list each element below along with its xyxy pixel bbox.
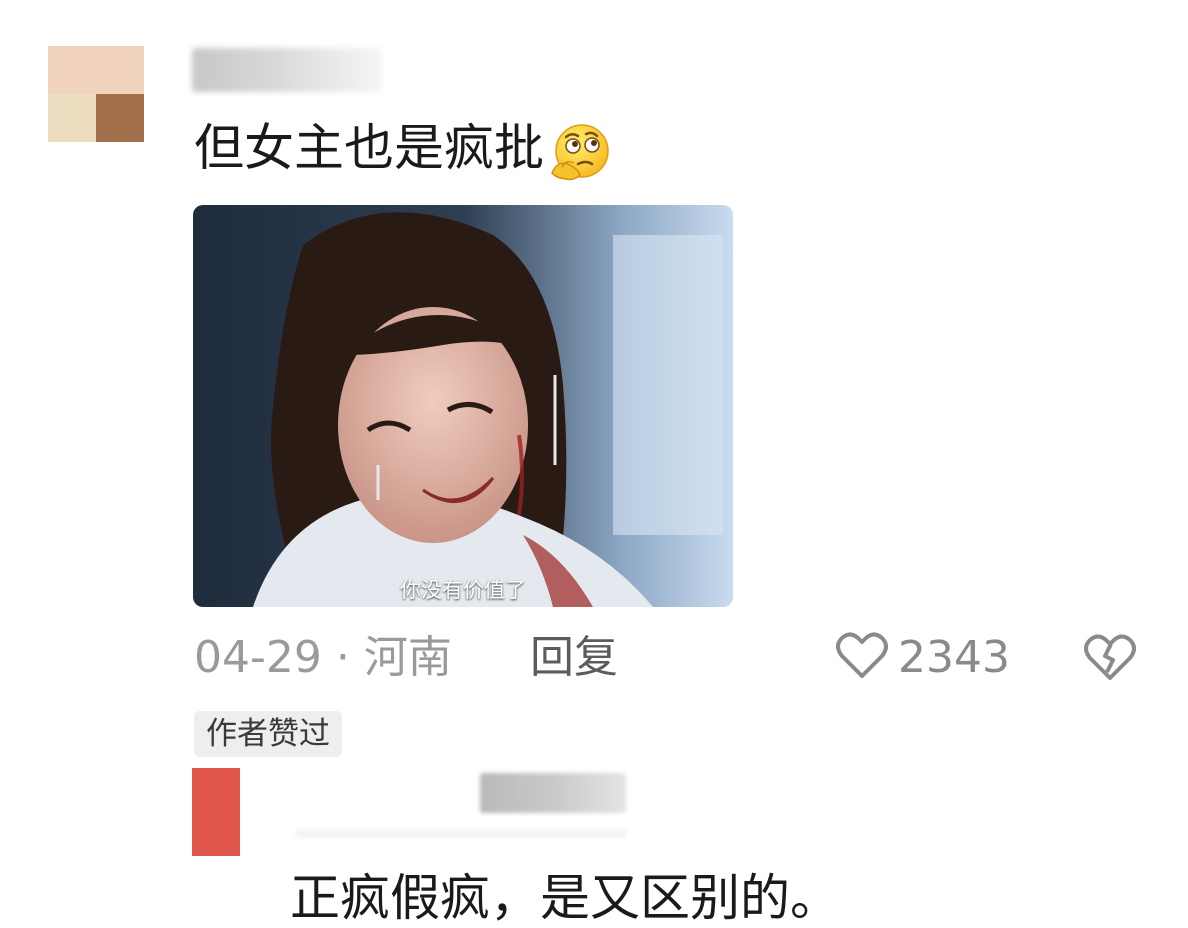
like-button[interactable]: 2343	[836, 630, 1010, 686]
comment-body: 但女主也是疯批	[194, 118, 610, 183]
reply-name-blurred[interactable]	[480, 773, 626, 813]
broken-heart-icon	[1084, 634, 1136, 688]
dislike-button[interactable]	[1084, 632, 1136, 684]
comment-date: 04-29	[194, 632, 322, 683]
comment-image[interactable]	[193, 205, 733, 607]
meta-separator: ·	[335, 632, 350, 683]
commenter-name-blurred[interactable]	[192, 48, 382, 92]
comment-meta: 04-29 · 河南	[194, 630, 452, 686]
author-liked-badge: 作者赞过	[194, 711, 342, 757]
reply-button[interactable]: 回复	[530, 630, 618, 686]
reply-meta-blurred	[296, 830, 626, 838]
thinking-face-icon	[548, 121, 610, 183]
commenter-avatar[interactable]	[48, 46, 144, 142]
like-count: 2343	[898, 632, 1010, 683]
reply-avatar[interactable]	[192, 768, 240, 856]
comment-text: 但女主也是疯批	[194, 119, 544, 177]
image-subtitle: 你没有价值了	[400, 578, 526, 602]
comment-location: 河南	[363, 632, 452, 683]
reply-text: 正疯假疯，是又区别的。	[290, 869, 840, 927]
heart-outline-icon	[836, 632, 888, 684]
